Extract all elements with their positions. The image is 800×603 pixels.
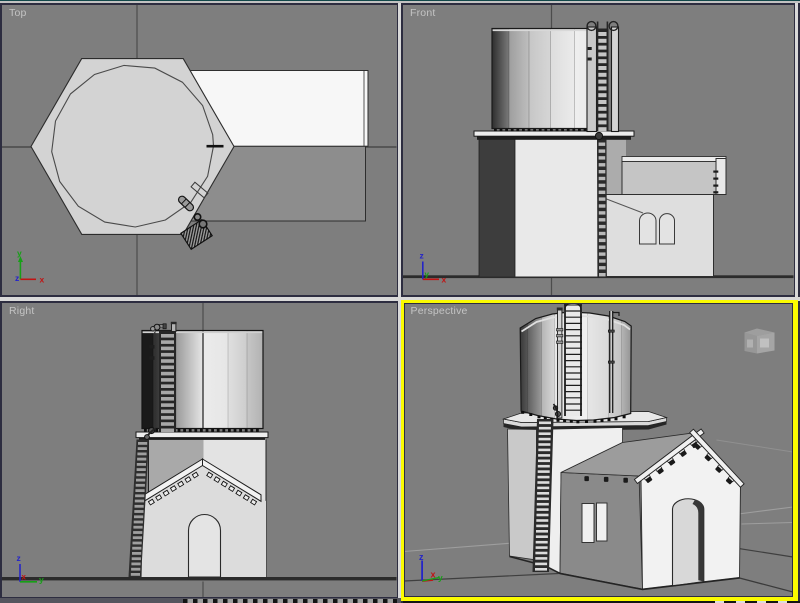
svg-text:z: z [420,250,424,260]
svg-text:y: y [17,248,22,258]
svg-text:x: x [22,572,27,581]
svg-text:x: x [442,274,447,284]
svg-text:z: z [17,553,21,563]
svg-text:y: y [39,574,44,584]
svg-text:y: y [425,270,430,279]
svg-text:z: z [15,273,19,283]
svg-text:x: x [40,274,45,284]
